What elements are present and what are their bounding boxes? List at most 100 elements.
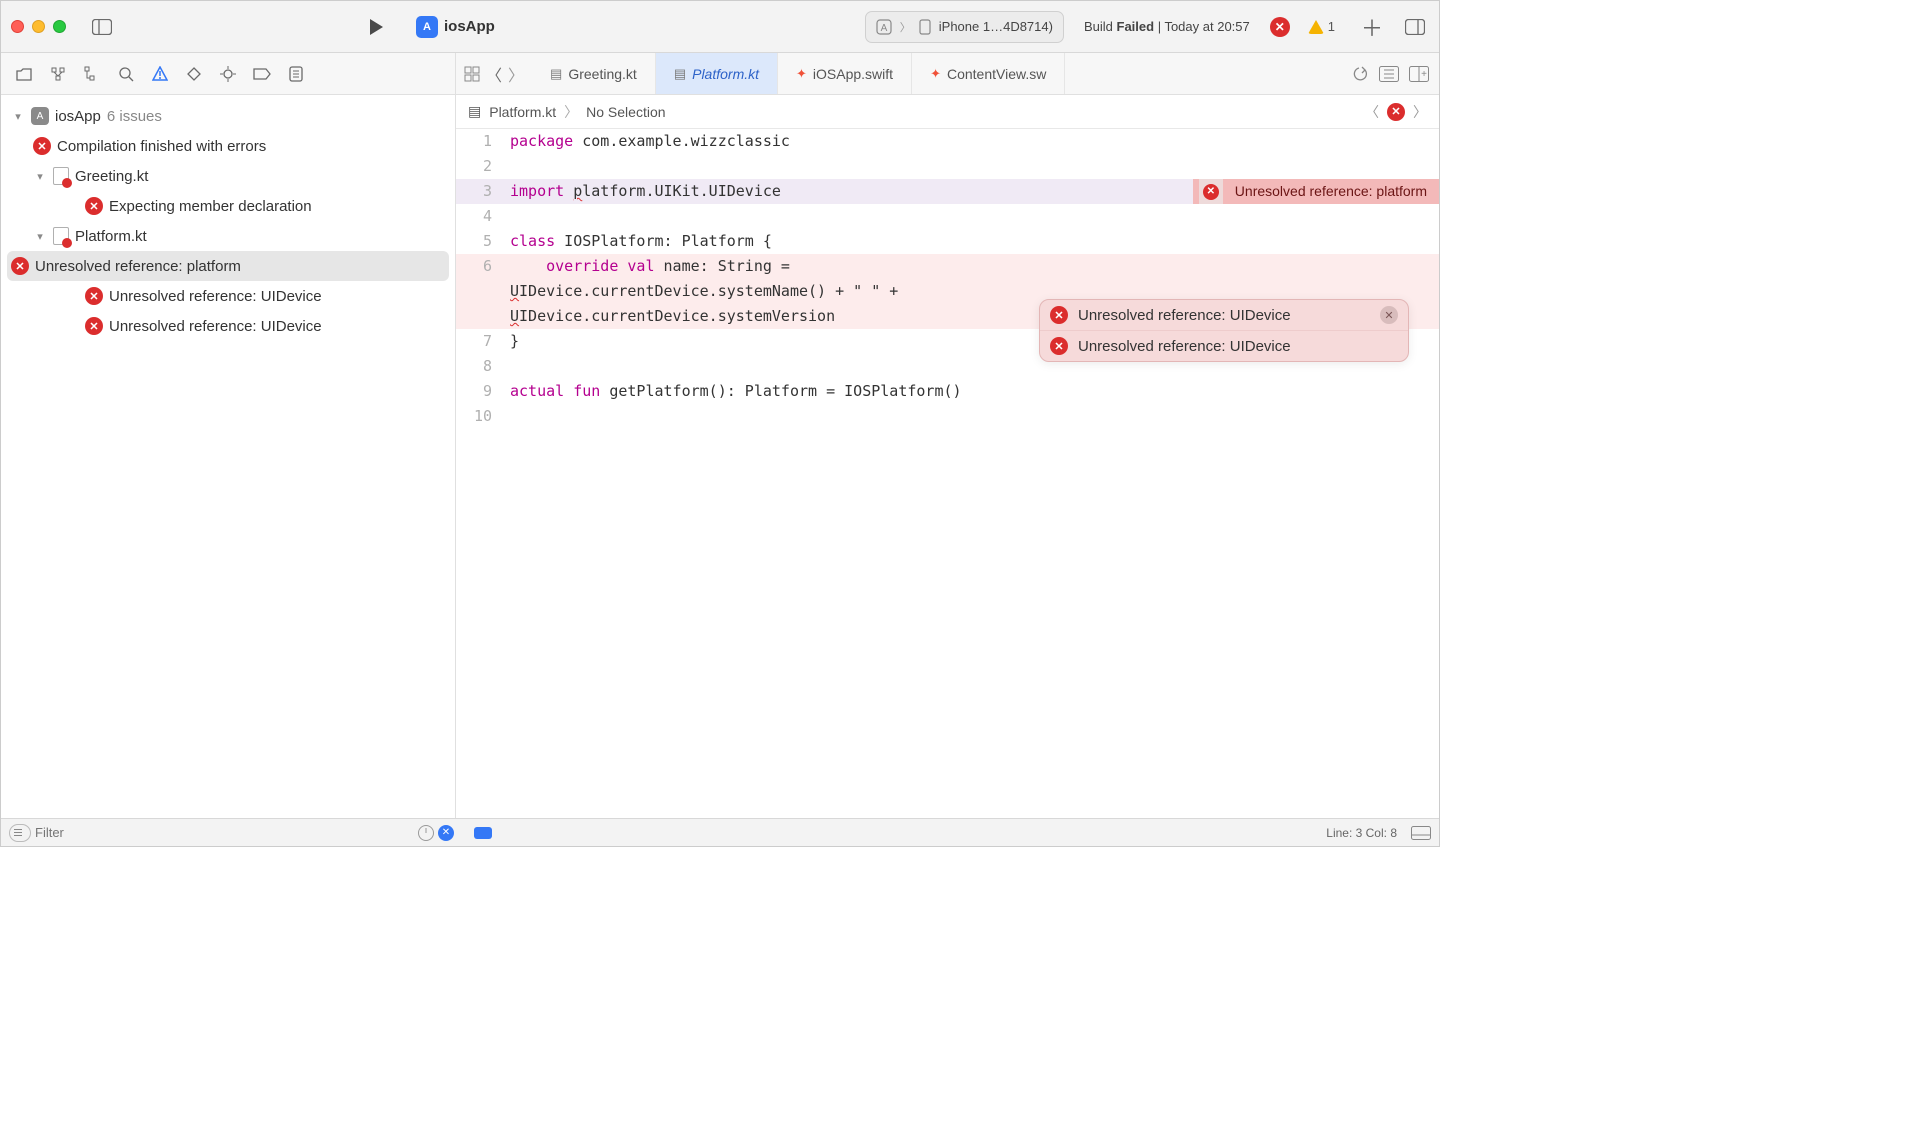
build-sep: | <box>1154 19 1164 34</box>
tab-greeting[interactable]: ▤ Greeting.kt <box>532 53 656 94</box>
navigator-toolbar: 〈 〉 ▤ Greeting.kt ▤ Platform.kt ✦ iOSApp… <box>1 53 1439 95</box>
disclosure-icon[interactable]: ▾ <box>11 110 25 123</box>
build-state: Failed <box>1117 19 1155 34</box>
code-content[interactable]: actual fun getPlatform(): Platform = IOS… <box>506 379 1439 404</box>
error-popup-row[interactable]: ✕ Unresolved reference: UIDevice ✕ <box>1040 300 1408 330</box>
back-button[interactable]: 〈 <box>486 62 502 86</box>
filter-icon[interactable] <box>9 824 31 842</box>
add-button[interactable]: ＋ <box>1361 11 1383 43</box>
warnings-indicator[interactable]: 1 <box>1308 19 1335 34</box>
panel-toggle-icon[interactable] <box>1411 826 1431 840</box>
source-editor[interactable]: 1package com.example.wizzclassic23import… <box>456 129 1439 818</box>
code-content[interactable]: package com.example.wizzclassic <box>506 129 1439 154</box>
cursor-position: Line: 3 Col: 8 <box>1326 826 1397 840</box>
code-line[interactable]: 10 <box>456 404 1439 429</box>
line-number: 2 <box>456 154 506 179</box>
next-issue-button[interactable]: 〉 <box>1413 102 1427 122</box>
breadcrumb-file[interactable]: Platform.kt <box>489 104 556 120</box>
project-row[interactable]: ▾ A iosApp 6 issues <box>1 101 455 131</box>
library-icon[interactable] <box>1401 13 1429 41</box>
related-items-icon[interactable] <box>464 66 480 82</box>
tab-label: Greeting.kt <box>568 66 636 82</box>
line-number: 5 <box>456 229 506 254</box>
inline-error[interactable]: ✕Unresolved reference: platform <box>1193 179 1439 204</box>
breadcrumb-selection[interactable]: No Selection <box>586 104 665 120</box>
code-line[interactable]: 4 <box>456 204 1439 229</box>
code-content[interactable]: import platform.UIKit.UIDevice✕Unresolve… <box>506 179 1439 204</box>
file-icon: ▤ <box>550 66 562 82</box>
jump-bar[interactable]: ▤ Platform.kt 〉 No Selection 〈 ✕ 〉 <box>456 95 1439 129</box>
editor-view-tools: + <box>1341 53 1439 94</box>
forward-button[interactable]: 〉 <box>508 62 524 86</box>
issue-text: Expecting member declaration <box>109 198 312 215</box>
reload-icon[interactable] <box>1351 66 1369 82</box>
file-error-icon <box>53 227 69 245</box>
error-text: Unresolved reference: UIDevice <box>1078 338 1291 355</box>
find-navigator-icon[interactable] <box>115 63 137 85</box>
svg-text:+: + <box>1421 69 1427 80</box>
issue-row-selected[interactable]: ✕ Unresolved reference: platform <box>7 251 449 281</box>
symbol-navigator-icon[interactable] <box>81 63 103 85</box>
app-name: iosApp <box>444 18 495 35</box>
filter-input[interactable] <box>35 825 414 840</box>
source-control-navigator-icon[interactable] <box>47 63 69 85</box>
tab-label: ContentView.sw <box>947 66 1046 82</box>
test-navigator-icon[interactable] <box>183 63 205 85</box>
code-line[interactable]: 2 <box>456 154 1439 179</box>
recent-filter-icon[interactable] <box>418 825 434 841</box>
scheme-selector[interactable]: A iosApp <box>416 16 495 38</box>
zoom-window-button[interactable] <box>53 20 66 33</box>
tab-platform[interactable]: ▤ Platform.kt <box>656 53 778 94</box>
code-line[interactable]: 9actual fun getPlatform(): Platform = IO… <box>456 379 1439 404</box>
project-navigator-icon[interactable] <box>13 63 35 85</box>
code-line[interactable]: 1package com.example.wizzclassic <box>456 129 1439 154</box>
line-number: 6 <box>456 254 506 279</box>
file-row-greeting[interactable]: ▾ Greeting.kt <box>1 161 455 191</box>
line-number: 7 <box>456 329 506 354</box>
code-line[interactable]: 5class IOSPlatform: Platform { <box>456 229 1439 254</box>
disclosure-icon[interactable]: ▾ <box>33 170 47 183</box>
error-icon: ✕ <box>85 317 103 335</box>
tab-iosapp[interactable]: ✦ iOSApp.swift <box>778 53 912 94</box>
issue-row[interactable]: ✕ Expecting member declaration <box>1 191 455 221</box>
error-popup-row[interactable]: ✕ Unresolved reference: UIDevice <box>1040 330 1408 361</box>
error-text: Unresolved reference: UIDevice <box>1078 307 1291 324</box>
close-window-button[interactable] <box>11 20 24 33</box>
prev-issue-button[interactable]: 〈 <box>1365 102 1379 122</box>
build-time: Today at 20:57 <box>1164 19 1249 34</box>
sidebar-toggle-icon[interactable] <box>88 13 116 41</box>
breakpoint-navigator-icon[interactable] <box>251 63 273 85</box>
code-line[interactable]: 3import platform.UIKit.UIDevice✕Unresolv… <box>456 179 1439 204</box>
minimize-window-button[interactable] <box>32 20 45 33</box>
device-icon <box>919 19 931 35</box>
issue-row[interactable]: ✕ Unresolved reference: UIDevice <box>1 281 455 311</box>
disclosure-icon[interactable]: ▾ <box>33 230 47 243</box>
close-icon[interactable]: ✕ <box>1380 306 1398 324</box>
report-navigator-icon[interactable] <box>285 63 307 85</box>
code-content[interactable]: class IOSPlatform: Platform { <box>506 229 1439 254</box>
editor-area: ▤ Platform.kt 〉 No Selection 〈 ✕ 〉 1pack… <box>456 95 1439 818</box>
add-editor-icon[interactable]: + <box>1409 66 1429 82</box>
error-icon: ✕ <box>11 257 29 275</box>
issue-row[interactable]: ✕ Unresolved reference: UIDevice <box>1 311 455 341</box>
issue-navigator[interactable]: ▾ A iosApp 6 issues ✕ Compilation finish… <box>1 95 456 818</box>
app-icon: A <box>31 107 49 125</box>
bottom-bar: ✕ Line: 3 Col: 8 <box>1 818 1439 846</box>
editor-nav: 〈 〉 <box>456 53 532 94</box>
breakpoint-tag-icon[interactable] <box>474 827 492 839</box>
file-row-platform[interactable]: ▾ Platform.kt <box>1 221 455 251</box>
run-button[interactable] <box>362 13 390 41</box>
tab-contentview[interactable]: ✦ ContentView.sw <box>912 53 1065 94</box>
issue-navigator-icon[interactable] <box>149 63 171 85</box>
clear-filter-icon[interactable]: ✕ <box>438 825 454 841</box>
file-name: Platform.kt <box>75 228 147 245</box>
build-status[interactable]: Build Failed | Today at 20:57 <box>1084 19 1250 34</box>
editor-layout-icon[interactable] <box>1379 66 1399 82</box>
warning-count: 1 <box>1328 19 1335 34</box>
debug-navigator-icon[interactable] <box>217 63 239 85</box>
errors-indicator[interactable]: ✕ <box>1270 17 1290 37</box>
error-icon[interactable]: ✕ <box>1387 103 1405 121</box>
error-icon: ✕ <box>1050 306 1068 324</box>
run-destination[interactable]: A 〉 iPhone 1…4D8714) <box>865 11 1064 43</box>
issue-row[interactable]: ✕ Compilation finished with errors <box>1 131 455 161</box>
